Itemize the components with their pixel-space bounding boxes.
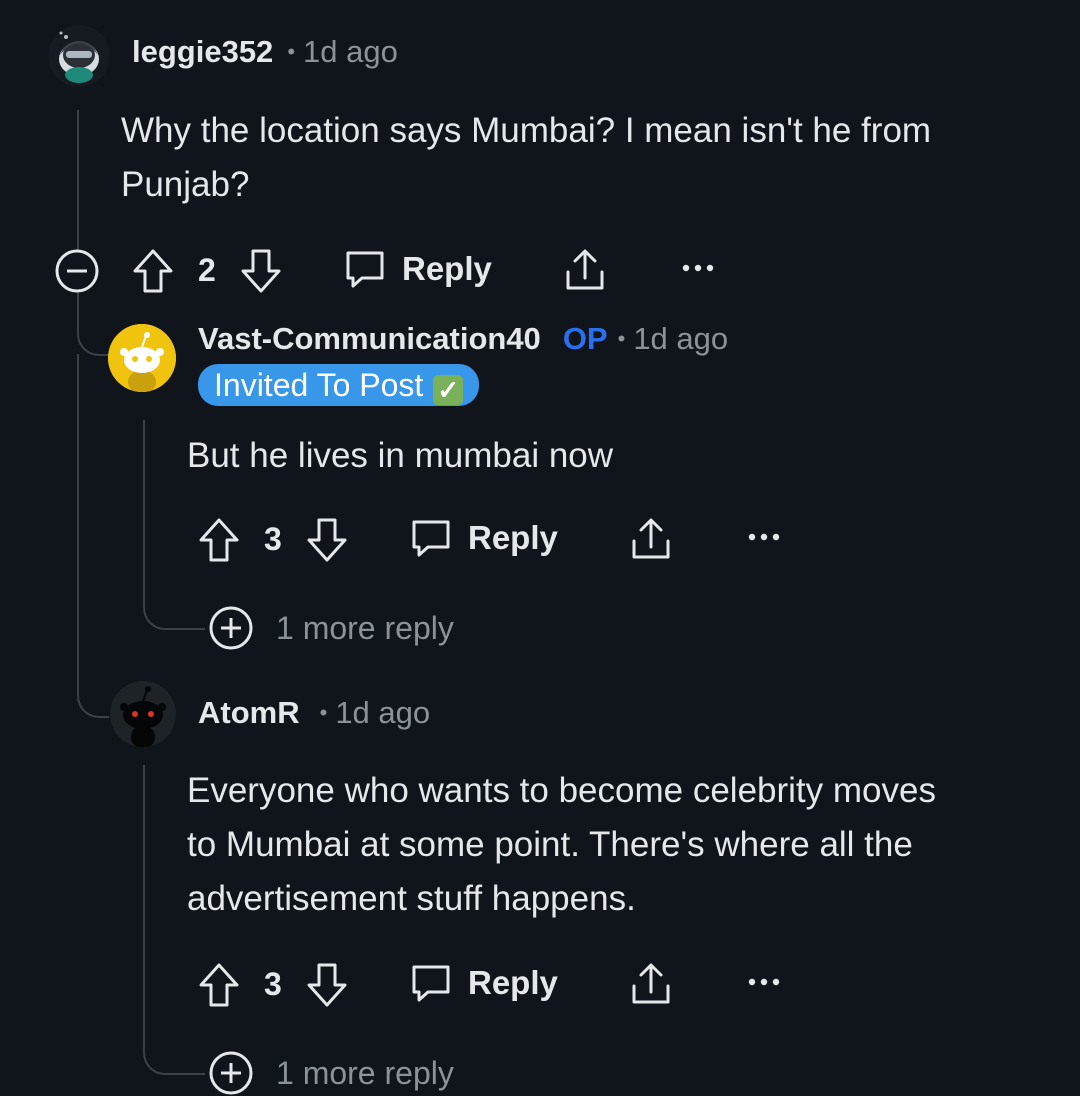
comment-body-line: advertisement stuff happens. (187, 879, 636, 918)
timestamp: 1d ago (303, 34, 398, 69)
timestamp: 1d ago (335, 695, 431, 730)
more-replies-label: 1 more reply (276, 1054, 454, 1091)
reply-label: Reply (468, 964, 558, 1001)
downvote-arrow-icon (241, 249, 281, 293)
share-icon (566, 249, 604, 290)
username[interactable]: leggie352 (132, 34, 273, 70)
comment-body-line: Why the location says Mumbai? I mean isn… (121, 111, 932, 150)
thread-connector-reply-2 (77, 354, 109, 718)
action-bar: 2 Reply (132, 246, 732, 294)
reply-bubble-icon (412, 520, 450, 557)
upvote-button[interactable] (132, 248, 174, 294)
upvote-arrow-icon (133, 249, 173, 293)
vote-count: 3 (264, 966, 282, 1002)
thread-line-main (77, 110, 79, 250)
more-options-button[interactable] (746, 527, 782, 547)
user-flair: Invited To Post ✓ (198, 364, 480, 406)
more-replies-button[interactable]: 1 more reply (208, 605, 454, 651)
more-dots-icon (682, 264, 714, 272)
more-replies-button[interactable]: 1 more reply (208, 1050, 454, 1096)
more-dots-icon (748, 978, 780, 986)
snoo-avatar-yellow-icon (108, 324, 176, 392)
avatar[interactable] (110, 681, 176, 747)
username[interactable]: AtomR (198, 695, 300, 731)
reply-label: Reply (468, 519, 558, 556)
upvote-button[interactable] (198, 517, 240, 563)
comment-body-line: Everyone who wants to become celebrity m… (187, 771, 936, 810)
downvote-button[interactable] (306, 962, 348, 1008)
collapse-thread-button[interactable] (54, 248, 100, 294)
comment-body-line: to Mumbai at some point. There's where a… (187, 825, 913, 864)
more-dots-icon (748, 533, 780, 541)
more-options-button[interactable] (746, 972, 782, 992)
comment-body: Everyone who wants to become celebrity m… (187, 764, 1067, 926)
username[interactable]: Vast-Communication40 (198, 321, 541, 357)
comment-body: But he lives in mumbai now (187, 436, 614, 475)
upvote-arrow-icon (199, 963, 239, 1007)
comment-header: AtomR • 1d ago (198, 695, 430, 731)
downvote-button[interactable] (306, 517, 348, 563)
upvote-button[interactable] (198, 962, 240, 1008)
avatar[interactable] (108, 324, 176, 392)
share-icon (632, 518, 670, 559)
reply-bubble-icon (412, 965, 450, 1002)
action-bar: 3 Reply (198, 515, 798, 563)
more-replies-label: 1 more reply (276, 609, 454, 646)
comment-body: Why the location says Mumbai? I mean isn… (121, 104, 1041, 212)
plus-circle-icon (209, 606, 253, 650)
share-button[interactable] (630, 517, 672, 561)
op-badge: OP (562, 321, 608, 356)
downvote-arrow-icon (307, 518, 347, 562)
downvote-button[interactable] (240, 248, 282, 294)
flair-text: Invited To Post (214, 367, 424, 403)
avatar[interactable] (48, 25, 110, 87)
plus-circle-icon (209, 1051, 253, 1095)
comment-header: Vast-Communication40 OP • 1d ago (198, 321, 728, 357)
vote-count: 2 (198, 252, 216, 288)
collapse-minus-icon (55, 249, 99, 293)
share-icon (632, 963, 670, 1004)
reply-button[interactable]: Reply (410, 962, 558, 1004)
separator-dot: • (319, 700, 328, 725)
reply-button[interactable]: Reply (410, 517, 558, 559)
check-mark-icon: ✓ (433, 375, 464, 405)
action-bar: 3 Reply (198, 960, 798, 1008)
reply-bubble-icon (346, 251, 384, 288)
separator-dot: • (617, 326, 626, 351)
reply-label: Reply (402, 250, 492, 287)
vote-count: 3 (264, 521, 282, 557)
thread-connector-reply-1 (77, 290, 109, 356)
share-button[interactable] (564, 248, 606, 292)
share-button[interactable] (630, 962, 672, 1006)
separator-dot: • (287, 39, 296, 64)
downvote-arrow-icon (307, 963, 347, 1007)
comment-body-line: Punjab? (121, 165, 250, 204)
more-options-button[interactable] (680, 258, 716, 278)
snoo-avatar-dark-icon (59, 31, 99, 83)
upvote-arrow-icon (199, 518, 239, 562)
snoo-avatar-black-icon (110, 681, 176, 747)
reply-button[interactable]: Reply (344, 248, 492, 290)
timestamp: 1d ago (633, 321, 729, 356)
comment-header: leggie352 • 1d ago (132, 34, 398, 70)
